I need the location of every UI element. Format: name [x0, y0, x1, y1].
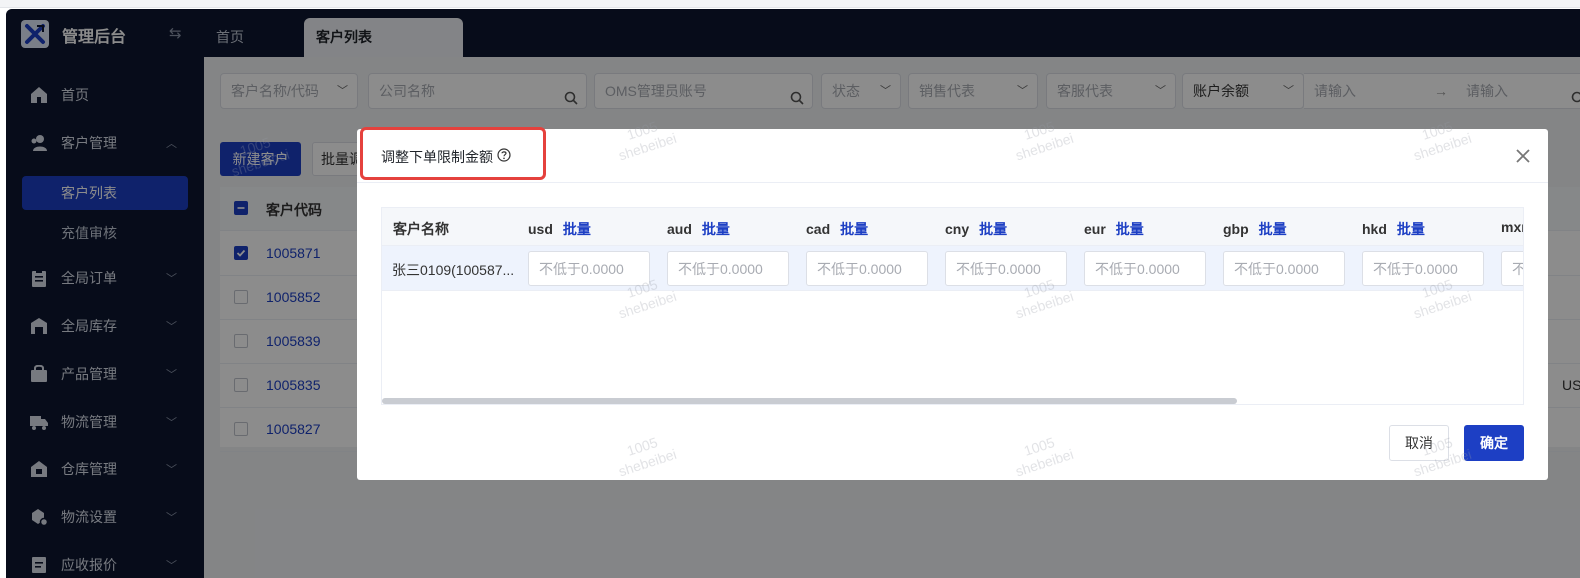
- confirm-button[interactable]: 确定: [1464, 425, 1524, 461]
- currency-label: cad: [806, 221, 831, 237]
- currency-label: gbp: [1223, 221, 1249, 237]
- gbp-limit-input[interactable]: [1223, 251, 1345, 286]
- currency-label: hkd: [1362, 221, 1387, 237]
- batch-link[interactable]: 批量: [1397, 221, 1425, 237]
- batch-link[interactable]: 批量: [563, 221, 591, 237]
- column-header-aud: aud 批量: [667, 219, 730, 239]
- currency-label: cny: [945, 221, 970, 237]
- grid-header: 客户名称 usd 批量 aud 批量 cad 批量 cny 批量 eur 批量 gbp 批量…: [382, 208, 1523, 246]
- question-circle-icon[interactable]: [497, 148, 511, 165]
- currency-label: aud: [667, 221, 692, 237]
- column-header-gbp: gbp 批量: [1223, 219, 1287, 239]
- adjust-limit-dialog: 调整下单限制金额 客户名称 usd 批量 aud 批量 cad 批量 cny 批量 eu…: [357, 127, 1548, 480]
- column-header-mxn: mxn: [1501, 219, 1523, 235]
- usd-limit-input[interactable]: [528, 251, 650, 286]
- batch-link[interactable]: 批量: [1116, 221, 1144, 237]
- dialog-header: 调整下单限制金额: [357, 127, 1548, 183]
- browser-top-strip: [0, 0, 1580, 8]
- batch-link[interactable]: 批量: [840, 221, 868, 237]
- column-header-hkd: hkd 批量: [1362, 219, 1425, 239]
- aud-limit-input[interactable]: [667, 251, 789, 286]
- batch-link[interactable]: 批量: [702, 221, 730, 237]
- cad-limit-input[interactable]: [806, 251, 928, 286]
- grid-row: 张三0109(100587...: [382, 246, 1523, 291]
- eur-limit-input[interactable]: [1084, 251, 1206, 286]
- hkd-limit-input[interactable]: [1362, 251, 1484, 286]
- batch-link[interactable]: 批量: [1259, 221, 1287, 237]
- batch-link[interactable]: 批量: [979, 221, 1007, 237]
- column-header-cny: cny 批量: [945, 219, 1007, 239]
- column-header-eur: eur 批量: [1084, 219, 1144, 239]
- customer-name-cell: 张三0109(100587...: [392, 262, 514, 278]
- column-header-cad: cad 批量: [806, 219, 868, 239]
- currency-label: mxn: [1501, 219, 1523, 235]
- column-header-usd: usd 批量: [528, 219, 591, 239]
- cny-limit-input[interactable]: [945, 251, 1067, 286]
- currency-label: usd: [528, 221, 553, 237]
- close-icon[interactable]: [1516, 149, 1530, 166]
- limit-amount-grid: 客户名称 usd 批量 aud 批量 cad 批量 cny 批量 eur 批量 gbp 批量…: [381, 207, 1524, 405]
- mxn-limit-input[interactable]: [1501, 251, 1523, 286]
- currency-label: eur: [1084, 221, 1106, 237]
- header-customer-name: 客户名称: [393, 221, 449, 237]
- horizontal-scrollbar[interactable]: [382, 398, 1237, 404]
- cancel-button[interactable]: 取消: [1389, 425, 1449, 461]
- dialog-title: 调整下单限制金额: [381, 149, 493, 165]
